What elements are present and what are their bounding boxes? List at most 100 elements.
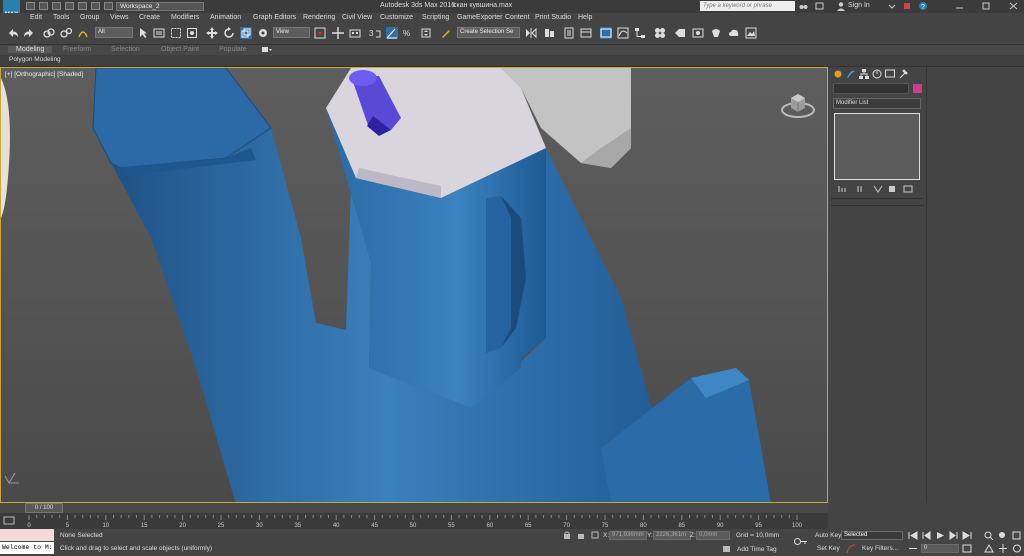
sign-in-link[interactable]: Sign In <box>848 2 870 9</box>
motion-tab-icon[interactable] <box>872 69 882 79</box>
curve-editor-icon[interactable] <box>617 27 629 39</box>
search-input[interactable]: Type a keyword or phrase <box>700 1 795 11</box>
viewcube-icon[interactable] <box>779 86 817 120</box>
maxscript-listener-top[interactable] <box>0 529 54 541</box>
create-tab-icon[interactable] <box>833 69 843 79</box>
modify-tab-icon[interactable] <box>846 69 856 79</box>
key-filters-button[interactable]: Key Filters... <box>862 545 898 552</box>
reference-coordinate-dropdown[interactable]: View <box>273 27 310 38</box>
make-unique-icon[interactable] <box>873 185 883 193</box>
utilities-tab-icon[interactable] <box>898 69 908 79</box>
viewport-orthographic[interactable]: [+] [Orthographic] [Shaded] <box>0 67 828 503</box>
undo-icon[interactable] <box>7 27 19 39</box>
mini-curve-editor-icon[interactable] <box>3 516 15 525</box>
named-selection-dropdown[interactable]: Create Selection Se <box>457 27 520 38</box>
menu-scripting[interactable]: Scripting <box>422 14 449 21</box>
remove-modifier-icon[interactable] <box>887 185 897 193</box>
key-mode-toggle-icon[interactable] <box>908 544 918 553</box>
open-file-icon[interactable] <box>39 2 48 10</box>
tab-selection[interactable]: Selection <box>111 46 140 53</box>
show-end-result-icon[interactable] <box>855 185 865 193</box>
menu-tools[interactable]: Tools <box>53 14 69 21</box>
new-file-icon[interactable] <box>26 2 35 10</box>
pivot-center-icon[interactable] <box>314 27 326 39</box>
spinner-snap-icon[interactable] <box>420 27 432 39</box>
y-coordinate-field[interactable]: 2226,361m <box>653 531 691 540</box>
menu-content[interactable]: Content <box>505 14 530 21</box>
move-icon[interactable] <box>206 27 218 39</box>
edit-named-selection-icon[interactable] <box>440 27 452 39</box>
workspace-icon[interactable] <box>104 2 113 10</box>
lock-selection-icon[interactable] <box>563 531 571 539</box>
help-icon[interactable]: ? <box>918 1 928 11</box>
play-icon[interactable] <box>935 531 945 540</box>
tab-freeform[interactable]: Freeform <box>63 46 91 53</box>
set-key-mode-icon[interactable] <box>794 537 808 546</box>
absolute-mode-icon[interactable] <box>591 531 599 539</box>
current-frame-field[interactable]: 0 <box>921 544 959 553</box>
modifier-stack[interactable] <box>834 113 920 180</box>
schematic-view-icon[interactable] <box>634 27 646 39</box>
material-editor-icon[interactable] <box>654 27 666 39</box>
menu-customize[interactable]: Customize <box>380 14 413 21</box>
z-coordinate-field[interactable]: 0,0mm <box>696 531 730 540</box>
tab-populate[interactable]: Populate <box>219 46 247 53</box>
infocenter-icon[interactable] <box>815 2 824 10</box>
time-slider-track[interactable] <box>0 503 828 513</box>
a360-gallery-icon[interactable] <box>745 27 757 39</box>
binoculars-icon[interactable] <box>799 2 808 10</box>
menu-create[interactable]: Create <box>139 14 160 21</box>
project-folder-icon[interactable] <box>91 2 100 10</box>
go-to-start-icon[interactable] <box>908 531 918 540</box>
menu-views[interactable]: Views <box>110 14 129 21</box>
menu-print-studio[interactable]: Print Studio <box>535 14 571 21</box>
configure-modifier-sets-icon[interactable] <box>903 185 913 193</box>
maxscript-mini-listener[interactable]: Welcome to M: <box>0 542 54 554</box>
tab-object-paint[interactable]: Object Paint <box>161 46 199 53</box>
save-file-icon[interactable] <box>52 2 61 10</box>
window-crossing-icon[interactable] <box>186 27 198 39</box>
close-icon[interactable] <box>1009 2 1018 10</box>
rotate-icon[interactable] <box>223 27 235 39</box>
bind-spacewarp-icon[interactable] <box>77 27 89 39</box>
zoom-icon[interactable] <box>984 531 994 541</box>
angle-snap-icon[interactable] <box>386 27 398 39</box>
menu-help[interactable]: Help <box>578 14 592 21</box>
pan-view-icon[interactable] <box>998 544 1008 553</box>
key-selection-dropdown[interactable]: Selected <box>841 531 903 540</box>
snaps-toggle-icon[interactable]: 3 <box>369 27 381 39</box>
render-in-cloud-icon[interactable] <box>728 27 740 39</box>
field-of-view-icon[interactable] <box>984 543 994 553</box>
menu-animation[interactable]: Animation <box>210 14 241 21</box>
time-tag-icon[interactable] <box>722 545 731 553</box>
default-in-out-tangent-icon[interactable] <box>846 544 856 554</box>
scene-explorer-icon[interactable] <box>600 27 612 39</box>
hierarchy-tab-icon[interactable] <box>859 69 869 79</box>
rendered-frame-window-icon[interactable] <box>692 27 704 39</box>
link-icon[interactable] <box>43 27 55 39</box>
align-icon[interactable] <box>543 27 555 39</box>
zoom-extents-icon[interactable] <box>1012 531 1022 540</box>
select-object-icon[interactable] <box>137 27 149 39</box>
percent-snap-icon[interactable]: % <box>403 27 415 39</box>
time-slider-handle[interactable]: 0 / 100 <box>25 503 63 513</box>
render-setup-icon[interactable] <box>674 27 686 39</box>
go-to-end-icon[interactable] <box>962 531 972 540</box>
mirror-icon[interactable] <box>525 27 537 39</box>
exchange-icon[interactable] <box>903 2 911 10</box>
maximize-icon[interactable] <box>982 2 991 10</box>
modifier-list-dropdown[interactable]: Modifier List <box>833 98 921 109</box>
time-configuration-icon[interactable] <box>962 544 972 553</box>
select-manipulate-icon[interactable] <box>332 27 344 39</box>
layer-explorer-icon[interactable] <box>563 27 575 39</box>
pin-stack-icon[interactable] <box>837 185 847 193</box>
workspace-dropdown[interactable]: Workspace_2 <box>116 2 204 11</box>
menu-civil-view[interactable]: Civil View <box>342 14 372 21</box>
next-frame-icon[interactable] <box>949 531 959 540</box>
selection-filter-dropdown[interactable]: All <box>95 27 133 38</box>
zoom-all-icon[interactable] <box>998 531 1008 540</box>
object-name-input[interactable] <box>833 83 909 94</box>
unlink-icon[interactable] <box>60 27 73 39</box>
rectangular-selection-icon[interactable] <box>170 27 182 39</box>
redo-icon[interactable] <box>78 2 87 10</box>
